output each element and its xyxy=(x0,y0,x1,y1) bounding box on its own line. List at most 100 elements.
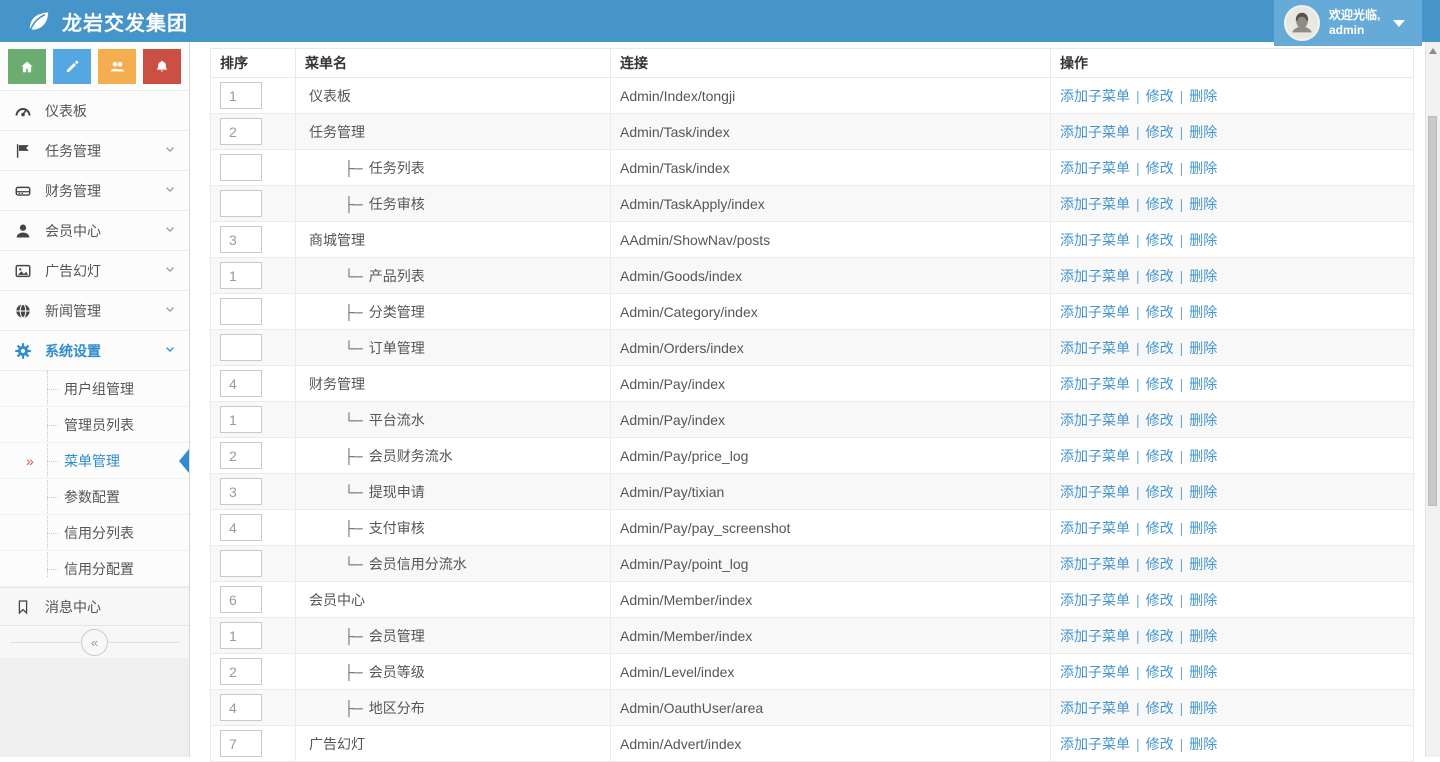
sort-input[interactable] xyxy=(220,190,262,217)
submenu-item-credit-list[interactable]: 信用分列表 xyxy=(0,515,189,551)
submenu-item-admin-list[interactable]: 管理员列表 xyxy=(0,407,189,443)
sidebar-item-tasks[interactable]: 任务管理 xyxy=(0,131,189,171)
add-submenu-link[interactable]: 添加子菜单 xyxy=(1060,736,1130,752)
scrollbar-thumb[interactable] xyxy=(1428,116,1437,506)
users-button[interactable] xyxy=(98,49,136,84)
sort-input[interactable] xyxy=(220,586,262,613)
delete-link[interactable]: 删除 xyxy=(1189,592,1217,608)
delete-link[interactable]: 删除 xyxy=(1189,196,1217,212)
add-submenu-link[interactable]: 添加子菜单 xyxy=(1060,448,1130,464)
delete-link[interactable]: 删除 xyxy=(1189,232,1217,248)
edit-link[interactable]: 修改 xyxy=(1146,88,1174,104)
add-submenu-link[interactable]: 添加子菜单 xyxy=(1060,664,1130,680)
edit-link[interactable]: 修改 xyxy=(1146,124,1174,140)
add-submenu-link[interactable]: 添加子菜单 xyxy=(1060,88,1130,104)
edit-link[interactable]: 修改 xyxy=(1146,376,1174,392)
sidebar-item-messages[interactable]: 消息中心 xyxy=(0,587,189,626)
sort-input[interactable] xyxy=(220,622,262,649)
home-button[interactable] xyxy=(8,49,46,84)
edit-link[interactable]: 修改 xyxy=(1146,196,1174,212)
delete-link[interactable]: 删除 xyxy=(1189,268,1217,284)
add-submenu-link[interactable]: 添加子菜单 xyxy=(1060,520,1130,536)
sort-input[interactable] xyxy=(220,370,262,397)
add-submenu-link[interactable]: 添加子菜单 xyxy=(1060,304,1130,320)
sort-input[interactable] xyxy=(220,658,262,685)
add-submenu-link[interactable]: 添加子菜单 xyxy=(1060,484,1130,500)
sort-input[interactable] xyxy=(220,730,262,757)
submenu-item-parameters[interactable]: 参数配置 xyxy=(0,479,189,515)
sort-input[interactable] xyxy=(220,82,262,109)
collapse-sidebar-button[interactable]: « xyxy=(81,629,108,656)
sort-input[interactable] xyxy=(220,154,262,181)
delete-link[interactable]: 删除 xyxy=(1189,736,1217,752)
edit-link[interactable]: 修改 xyxy=(1146,268,1174,284)
add-submenu-link[interactable]: 添加子菜单 xyxy=(1060,160,1130,176)
delete-link[interactable]: 删除 xyxy=(1189,556,1217,572)
delete-link[interactable]: 删除 xyxy=(1189,700,1217,716)
delete-link[interactable]: 删除 xyxy=(1189,340,1217,356)
sidebar-item-dashboard[interactable]: 仪表板 xyxy=(0,91,189,131)
submenu-item-user-groups[interactable]: 用户组管理 xyxy=(0,371,189,407)
edit-button[interactable] xyxy=(53,49,91,84)
edit-link[interactable]: 修改 xyxy=(1146,412,1174,428)
edit-link[interactable]: 修改 xyxy=(1146,592,1174,608)
scroll-up-button[interactable] xyxy=(1426,48,1440,60)
edit-link[interactable]: 修改 xyxy=(1146,736,1174,752)
delete-link[interactable]: 删除 xyxy=(1189,664,1217,680)
sort-input[interactable] xyxy=(220,262,262,289)
add-submenu-link[interactable]: 添加子菜单 xyxy=(1060,124,1130,140)
add-submenu-link[interactable]: 添加子菜单 xyxy=(1060,700,1130,716)
edit-link[interactable]: 修改 xyxy=(1146,448,1174,464)
add-submenu-link[interactable]: 添加子菜单 xyxy=(1060,592,1130,608)
sort-input[interactable] xyxy=(220,694,262,721)
delete-link[interactable]: 删除 xyxy=(1189,520,1217,536)
sort-input[interactable] xyxy=(220,406,262,433)
edit-link[interactable]: 修改 xyxy=(1146,664,1174,680)
edit-link[interactable]: 修改 xyxy=(1146,304,1174,320)
edit-link[interactable]: 修改 xyxy=(1146,628,1174,644)
edit-link[interactable]: 修改 xyxy=(1146,484,1174,500)
sidebar-item-finance[interactable]: 财务管理 xyxy=(0,171,189,211)
delete-link[interactable]: 删除 xyxy=(1189,412,1217,428)
vertical-scrollbar[interactable] xyxy=(1425,42,1440,757)
user-menu[interactable]: 欢迎光临, admin xyxy=(1274,0,1422,46)
add-submenu-link[interactable]: 添加子菜单 xyxy=(1060,232,1130,248)
delete-link[interactable]: 删除 xyxy=(1189,628,1217,644)
sort-input[interactable] xyxy=(220,118,262,145)
delete-link[interactable]: 删除 xyxy=(1189,304,1217,320)
add-submenu-link[interactable]: 添加子菜单 xyxy=(1060,268,1130,284)
sidebar-item-settings[interactable]: 系统设置 xyxy=(0,331,189,371)
sort-input[interactable] xyxy=(220,478,262,505)
edit-link[interactable]: 修改 xyxy=(1146,556,1174,572)
sidebar-item-ads[interactable]: 广告幻灯 xyxy=(0,251,189,291)
add-submenu-link[interactable]: 添加子菜单 xyxy=(1060,628,1130,644)
edit-link[interactable]: 修改 xyxy=(1146,232,1174,248)
sort-input[interactable] xyxy=(220,226,262,253)
notifications-button[interactable] xyxy=(143,49,181,84)
delete-link[interactable]: 删除 xyxy=(1189,484,1217,500)
edit-link[interactable]: 修改 xyxy=(1146,700,1174,716)
submenu-item-credit-config[interactable]: 信用分配置 xyxy=(0,551,189,587)
sidebar-item-news[interactable]: 新闻管理 xyxy=(0,291,189,331)
edit-link[interactable]: 修改 xyxy=(1146,340,1174,356)
delete-link[interactable]: 删除 xyxy=(1189,376,1217,392)
add-submenu-link[interactable]: 添加子菜单 xyxy=(1060,556,1130,572)
delete-link[interactable]: 删除 xyxy=(1189,88,1217,104)
delete-link[interactable]: 删除 xyxy=(1189,160,1217,176)
add-submenu-link[interactable]: 添加子菜单 xyxy=(1060,376,1130,392)
sort-input[interactable] xyxy=(220,442,262,469)
sort-input[interactable] xyxy=(220,298,262,325)
edit-link[interactable]: 修改 xyxy=(1146,520,1174,536)
add-submenu-link[interactable]: 添加子菜单 xyxy=(1060,196,1130,212)
sidebar-item-members[interactable]: 会员中心 xyxy=(0,211,189,251)
sort-cell xyxy=(211,510,296,546)
add-submenu-link[interactable]: 添加子菜单 xyxy=(1060,412,1130,428)
submenu-item-menu-management[interactable]: » 菜单管理 xyxy=(0,443,189,479)
edit-link[interactable]: 修改 xyxy=(1146,160,1174,176)
sort-input[interactable] xyxy=(220,514,262,541)
add-submenu-link[interactable]: 添加子菜单 xyxy=(1060,340,1130,356)
delete-link[interactable]: 删除 xyxy=(1189,448,1217,464)
sort-input[interactable] xyxy=(220,550,262,577)
delete-link[interactable]: 删除 xyxy=(1189,124,1217,140)
sort-input[interactable] xyxy=(220,334,262,361)
